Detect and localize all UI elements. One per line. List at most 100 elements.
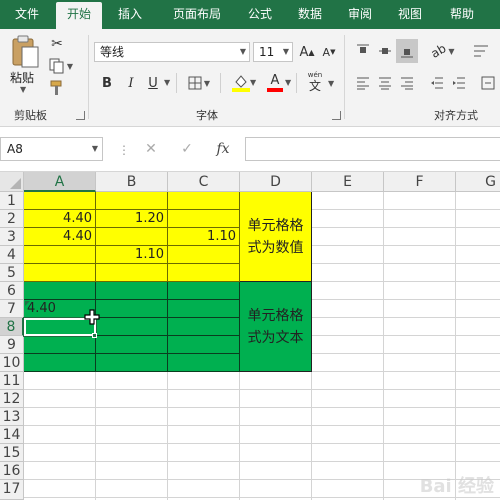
bold-button[interactable]: B bbox=[98, 73, 116, 93]
cell-b6[interactable] bbox=[96, 282, 168, 300]
grow-font-icon[interactable]: A ▲ bbox=[298, 42, 316, 62]
phonetic-guide-icon[interactable]: wén 文 bbox=[302, 69, 328, 95]
cell-b3[interactable] bbox=[96, 228, 168, 246]
column-header-d[interactable]: D bbox=[240, 172, 312, 192]
row-header-16[interactable]: 16 bbox=[0, 462, 24, 480]
font-size-select[interactable]: 11 ▼ bbox=[253, 42, 293, 62]
row-header-12[interactable]: 12 bbox=[0, 390, 24, 408]
cell-a6[interactable] bbox=[24, 282, 96, 300]
column-header-c[interactable]: C bbox=[168, 172, 240, 192]
row-header-10[interactable]: 10 bbox=[0, 354, 24, 372]
tab-data[interactable]: 数据 bbox=[290, 0, 330, 29]
formula-bar-splitter-icon[interactable]: ⋮ bbox=[118, 143, 130, 157]
font-launcher-icon[interactable] bbox=[332, 111, 341, 120]
underline-button[interactable]: U bbox=[144, 73, 162, 93]
format-painter-icon[interactable] bbox=[48, 79, 66, 97]
top-align-icon[interactable] bbox=[354, 41, 372, 61]
column-header-b[interactable]: B bbox=[96, 172, 168, 192]
align-center-icon[interactable] bbox=[376, 73, 394, 93]
cell-a1[interactable] bbox=[24, 192, 96, 210]
italic-button[interactable]: I bbox=[122, 73, 140, 93]
cell-c1[interactable] bbox=[168, 192, 240, 210]
column-header-e[interactable]: E bbox=[312, 172, 384, 192]
name-box[interactable]: A8 ▼ bbox=[0, 137, 103, 161]
tab-file[interactable]: 文件 bbox=[10, 0, 44, 29]
cell-c2[interactable] bbox=[168, 210, 240, 228]
increase-indent-icon[interactable] bbox=[450, 73, 468, 93]
phonetic-dropdown-icon[interactable]: ▼ bbox=[328, 79, 334, 88]
worksheet-grid[interactable]: A B C D E F G 1 2 3 4 5 6 7 8 9 10 11 12… bbox=[0, 172, 500, 500]
row-header-17[interactable]: 17 bbox=[0, 480, 24, 500]
cell-c4[interactable] bbox=[168, 246, 240, 264]
underline-dropdown-icon[interactable]: ▼ bbox=[164, 78, 170, 87]
cell-b1[interactable] bbox=[96, 192, 168, 210]
merged-cell-d1-d5[interactable]: 单元格格式为数值 bbox=[240, 192, 312, 282]
font-color-dropdown-icon[interactable]: ▼ bbox=[285, 78, 291, 87]
paste-label[interactable]: 粘贴 bbox=[10, 69, 34, 86]
row-header-4[interactable]: 4 bbox=[0, 246, 24, 264]
cancel-entry-button[interactable]: ✕ bbox=[136, 137, 166, 161]
tab-view[interactable]: 视图 bbox=[390, 0, 430, 29]
decrease-indent-icon[interactable] bbox=[428, 73, 446, 93]
cell-c3[interactable]: 1.10 bbox=[168, 228, 240, 246]
cell-a10[interactable] bbox=[24, 354, 96, 372]
align-left-icon[interactable] bbox=[354, 73, 372, 93]
align-right-icon[interactable] bbox=[398, 73, 416, 93]
column-header-g[interactable]: G bbox=[456, 172, 500, 192]
column-header-a[interactable]: A bbox=[24, 172, 96, 192]
cell-b9[interactable] bbox=[96, 336, 168, 354]
tab-review[interactable]: 审阅 bbox=[340, 0, 380, 29]
cell-b4[interactable]: 1.10 bbox=[96, 246, 168, 264]
row-header-8[interactable]: 8 bbox=[0, 318, 24, 336]
wrap-text-icon[interactable] bbox=[470, 41, 492, 61]
row-header-11[interactable]: 11 bbox=[0, 372, 24, 390]
row-header-3[interactable]: 3 bbox=[0, 228, 24, 246]
cell-c8[interactable] bbox=[168, 318, 240, 336]
merge-center-icon[interactable] bbox=[478, 73, 498, 93]
bottom-align-icon[interactable] bbox=[396, 39, 418, 63]
middle-align-icon[interactable] bbox=[376, 41, 394, 61]
cell-b8[interactable] bbox=[96, 318, 168, 336]
row-header-6[interactable]: 6 bbox=[0, 282, 24, 300]
copy-icon[interactable]: ▼ bbox=[48, 57, 74, 75]
row-header-9[interactable]: 9 bbox=[0, 336, 24, 354]
cell-c10[interactable] bbox=[168, 354, 240, 372]
row-header-13[interactable]: 13 bbox=[0, 408, 24, 426]
cell-b2[interactable]: 1.20 bbox=[96, 210, 168, 228]
paste-icon[interactable] bbox=[8, 35, 42, 69]
cell-a9[interactable] bbox=[24, 336, 96, 354]
row-header-15[interactable]: 15 bbox=[0, 444, 24, 462]
shrink-font-icon[interactable]: A ▼ bbox=[320, 42, 338, 62]
borders-icon[interactable]: ▼ bbox=[184, 73, 214, 93]
cell-c7[interactable] bbox=[168, 300, 240, 318]
cut-icon[interactable]: ✂ bbox=[48, 35, 66, 53]
cell-a5[interactable] bbox=[24, 264, 96, 282]
row-header-5[interactable]: 5 bbox=[0, 264, 24, 282]
error-indicator-icon[interactable] bbox=[25, 301, 30, 306]
fill-color-dropdown-icon[interactable]: ▼ bbox=[250, 78, 256, 87]
tab-formulas[interactable]: 公式 bbox=[240, 0, 280, 29]
select-all-corner[interactable] bbox=[0, 172, 24, 192]
row-header-2[interactable]: 2 bbox=[0, 210, 24, 228]
clipboard-launcher-icon[interactable] bbox=[76, 111, 85, 120]
tab-insert[interactable]: 插入 bbox=[110, 0, 150, 29]
paste-dropdown-icon[interactable]: ▼ bbox=[20, 85, 26, 94]
cell-a2[interactable]: 4.40 bbox=[24, 210, 96, 228]
cell-a3[interactable]: 4.40 bbox=[24, 228, 96, 246]
insert-function-button[interactable]: fx bbox=[208, 137, 238, 161]
confirm-entry-button[interactable]: ✓ bbox=[172, 137, 202, 161]
tab-page-layout[interactable]: 页面布局 bbox=[162, 0, 232, 29]
row-header-7[interactable]: 7 bbox=[0, 300, 24, 318]
row-header-14[interactable]: 14 bbox=[0, 426, 24, 444]
tab-help[interactable]: 帮助 bbox=[440, 0, 484, 29]
tab-home[interactable]: 开始 bbox=[56, 2, 102, 29]
cell-c9[interactable] bbox=[168, 336, 240, 354]
row-header-1[interactable]: 1 bbox=[0, 192, 24, 210]
cell-c5[interactable] bbox=[168, 264, 240, 282]
column-header-f[interactable]: F bbox=[384, 172, 456, 192]
cell-b7[interactable] bbox=[96, 300, 168, 318]
merged-cell-d6-d10[interactable]: 单元格格式为文本 bbox=[240, 282, 312, 372]
cell-b5[interactable] bbox=[96, 264, 168, 282]
fill-handle[interactable] bbox=[92, 333, 97, 338]
cell-b10[interactable] bbox=[96, 354, 168, 372]
